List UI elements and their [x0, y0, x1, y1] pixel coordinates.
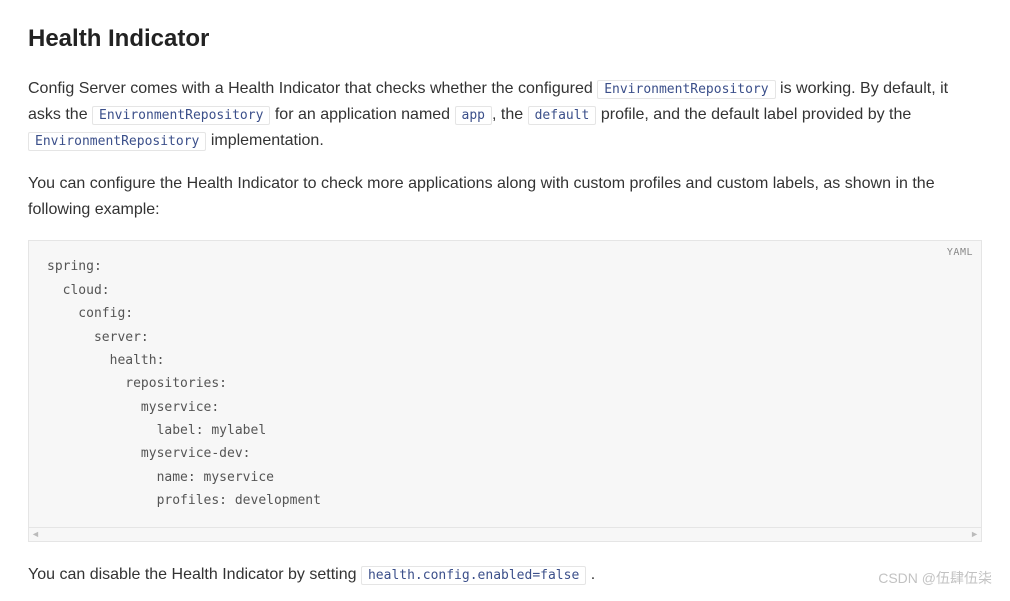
code-lang-label: YAML: [947, 245, 973, 261]
inline-code-env-repo-2: EnvironmentRepository: [92, 106, 270, 125]
scroll-left-icon: ◄: [31, 530, 40, 539]
inline-code-env-repo-1: EnvironmentRepository: [597, 80, 775, 99]
inline-code-default: default: [528, 106, 597, 125]
code-content: spring: cloud: config: server: health: r…: [47, 255, 963, 512]
inline-code-health-config: health.config.enabled=false: [361, 566, 586, 585]
para3-text1: You can disable the Health Indicator by …: [28, 566, 361, 583]
para1-text5: profile, and the default label provided …: [596, 106, 911, 123]
para1-text3: for an application named: [270, 106, 454, 123]
para1-text4: , the: [492, 106, 528, 123]
para1-text1: Config Server comes with a Health Indica…: [28, 80, 597, 97]
para1-text6: implementation.: [206, 132, 323, 149]
paragraph-3: You can disable the Health Indicator by …: [28, 562, 982, 588]
section-heading: Health Indicator: [28, 20, 982, 58]
paragraph-1: Config Server comes with a Health Indica…: [28, 76, 982, 153]
code-block: YAML spring: cloud: config: server: heal…: [28, 240, 982, 527]
scroll-right-icon: ►: [970, 530, 979, 539]
inline-code-env-repo-3: EnvironmentRepository: [28, 132, 206, 151]
para3-text2: .: [586, 566, 595, 583]
paragraph-2: You can configure the Health Indicator t…: [28, 171, 982, 222]
inline-code-app: app: [455, 106, 492, 125]
codeblock-scrollbar[interactable]: ◄ ►: [28, 528, 982, 542]
